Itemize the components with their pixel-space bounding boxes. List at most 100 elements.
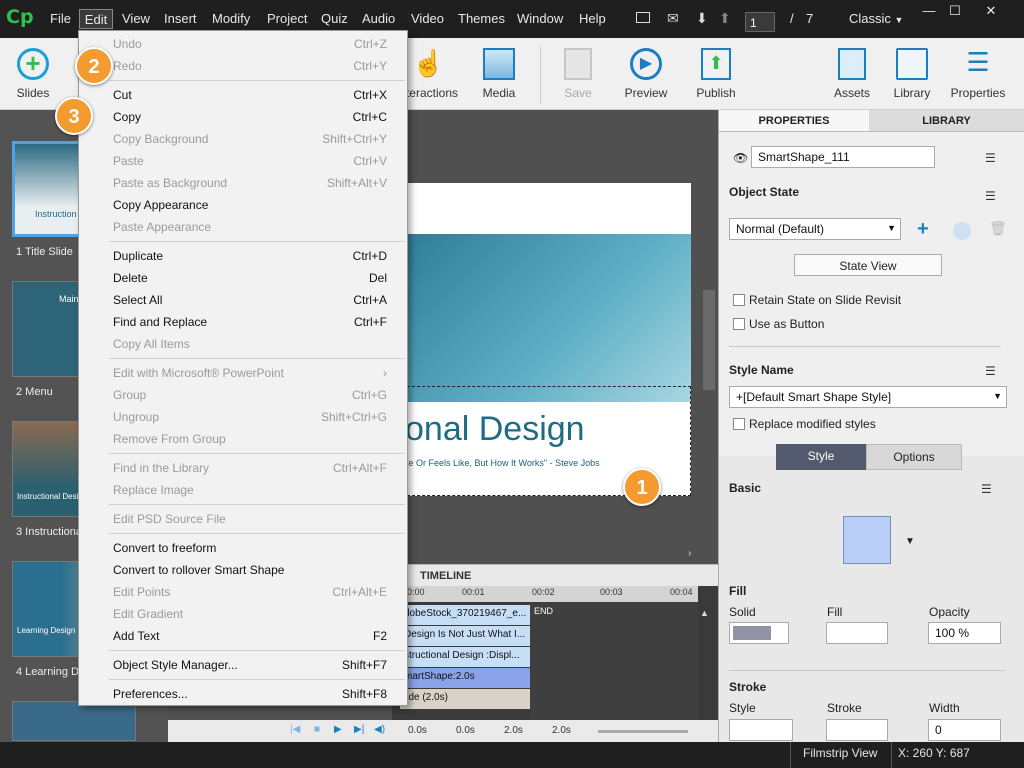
menu-edit[interactable]: Edit — [79, 9, 113, 29]
menu-item-paste-as-background[interactable]: Paste as Background Shift+Alt+V — [79, 172, 407, 194]
menu-item-duplicate[interactable]: Duplicate Ctrl+D — [79, 245, 407, 267]
menu-item-edit-psd-source-file[interactable]: Edit PSD Source File — [79, 508, 407, 530]
menu-video[interactable]: Video — [411, 11, 444, 26]
menu-item-add-text[interactable]: Add Text F2 — [79, 625, 407, 647]
timeline-row[interactable]: martShape:2.0s — [400, 668, 530, 688]
use-as-button-checkbox[interactable] — [733, 318, 745, 330]
tab-properties[interactable]: PROPERTIES — [719, 110, 869, 132]
tab-library[interactable]: LIBRARY — [869, 110, 1024, 132]
close-icon[interactable]: ✕ — [978, 3, 1004, 23]
fill-color-picker[interactable] — [826, 622, 888, 644]
workspace-selector[interactable]: Classic ▼ — [849, 11, 903, 26]
chevron-down-icon[interactable]: ▼ — [905, 536, 915, 547]
menu-item-copy[interactable]: Copy Ctrl+C — [79, 106, 407, 128]
panel-menu-icon[interactable]: ☰ — [985, 189, 996, 203]
panel-menu-icon[interactable]: ☰ — [985, 364, 996, 378]
menu-item-convert-to-freeform[interactable]: Convert to freeform — [79, 537, 407, 559]
publish-button[interactable]: ⬆ Publish — [690, 44, 742, 100]
maximize-icon[interactable]: ☐ — [942, 3, 968, 23]
filmstrip-view-label[interactable]: Filmstrip View — [790, 742, 892, 768]
slide-quote-text[interactable]: ike Or Feels Like, But How It Works" - S… — [402, 458, 600, 468]
opacity-input[interactable]: 100 % — [928, 622, 1001, 644]
menu-item-edit-points[interactable]: Edit Points Ctrl+Alt+E — [79, 581, 407, 603]
menu-quiz[interactable]: Quiz — [321, 11, 348, 26]
comment-icon[interactable] — [636, 12, 650, 23]
menu-audio[interactable]: Audio — [362, 11, 395, 26]
add-state-icon[interactable]: + — [917, 218, 929, 241]
menu-item-select-all[interactable]: Select All Ctrl+A — [79, 289, 407, 311]
menu-item-edit-with-microsoft-powerpoint[interactable]: Edit with Microsoft® PowerPoint › — [79, 362, 407, 384]
panel-menu-icon[interactable]: ☰ — [981, 482, 992, 496]
slides-button[interactable]: + Slides — [8, 44, 58, 100]
style-select[interactable]: +[Default Smart Shape Style] ▼ — [729, 386, 1007, 408]
menu-item-ungroup[interactable]: Ungroup Shift+Ctrl+G — [79, 406, 407, 428]
menu-item-redo[interactable]: Redo Ctrl+Y — [79, 55, 407, 77]
panel-menu-icon[interactable]: ☰ — [985, 151, 996, 165]
library-button[interactable]: Library — [890, 44, 934, 100]
visibility-icon[interactable]: 👁 — [733, 151, 748, 165]
timeline-end-area[interactable]: END — [530, 602, 698, 720]
trash-icon[interactable]: 🗑 — [989, 220, 1007, 237]
timeline-row[interactable]: Design Is Not Just What I... — [400, 626, 530, 646]
play-icon[interactable]: ▶ — [334, 724, 342, 735]
assets-button[interactable]: Assets — [830, 44, 874, 100]
retain-state-checkbox[interactable] — [733, 294, 745, 306]
menu-help[interactable]: Help — [579, 11, 606, 26]
timeline-row[interactable]: dobeStock_370219467_e... — [400, 605, 530, 625]
scroll-up-icon[interactable]: ▲ — [700, 608, 709, 618]
forward-icon[interactable]: ▶| — [354, 724, 364, 735]
arrow-down-icon[interactable]: ⬇ — [696, 10, 708, 27]
menu-item-find-and-replace[interactable]: Find and Replace Ctrl+F — [79, 311, 407, 333]
timeline-ruler[interactable]: 00:00 00:01 00:02 00:03 00:04 — [400, 586, 698, 602]
timeline-row[interactable]: lide (2.0s) — [400, 689, 530, 709]
menu-project[interactable]: Project — [267, 11, 307, 26]
preview-button[interactable]: ▶ Preview — [618, 44, 674, 100]
menu-item-paste[interactable]: Paste Ctrl+V — [79, 150, 407, 172]
mail-icon[interactable]: ✉ — [667, 10, 679, 27]
shape-preview[interactable] — [843, 516, 891, 564]
menu-item-remove-from-group[interactable]: Remove From Group — [79, 428, 407, 450]
menu-item-copy-appearance[interactable]: Copy Appearance — [79, 194, 407, 216]
stop-icon[interactable]: ■ — [314, 724, 320, 735]
menu-item-delete[interactable]: Delete Del — [79, 267, 407, 289]
tab-style[interactable]: Style — [776, 444, 866, 470]
timeline-header[interactable]: TIMELINE — [392, 564, 718, 586]
menu-item-copy-all-items[interactable]: Copy All Items — [79, 333, 407, 355]
rewind-icon[interactable]: |◀ — [290, 724, 300, 735]
banner-image[interactable] — [392, 234, 691, 402]
menu-item-find-in-the-library[interactable]: Find in the Library Ctrl+Alt+F — [79, 457, 407, 479]
state-select[interactable]: Normal (Default) ▼ — [729, 218, 901, 240]
menu-item-edit-gradient[interactable]: Edit Gradient — [79, 603, 407, 625]
menu-file[interactable]: File — [50, 11, 71, 26]
menu-window[interactable]: Window — [517, 11, 563, 26]
fill-type-select[interactable] — [729, 622, 789, 644]
state-view-button[interactable]: State View — [794, 254, 942, 276]
object-name-field[interactable]: SmartShape_111 — [751, 146, 935, 168]
slide-thumbnail[interactable] — [12, 701, 136, 741]
menu-modify[interactable]: Modify — [212, 11, 250, 26]
stroke-color-picker[interactable] — [826, 719, 888, 741]
replace-modified-checkbox[interactable] — [733, 418, 745, 430]
slide-title-text[interactable]: onal Design — [405, 410, 585, 449]
stroke-width-input[interactable]: 0 — [928, 719, 1001, 741]
zoom-slider[interactable] — [598, 730, 688, 733]
minimize-icon[interactable]: — — [916, 3, 942, 23]
menu-item-preferences[interactable]: Preferences... Shift+F8 — [79, 683, 407, 705]
properties-button[interactable]: ☰ Properties — [950, 44, 1006, 100]
menu-insert[interactable]: Insert — [164, 11, 197, 26]
menu-item-undo[interactable]: Undo Ctrl+Z — [79, 33, 407, 55]
menu-view[interactable]: View — [122, 11, 150, 26]
tab-options[interactable]: Options — [866, 444, 962, 470]
scroll-right-icon[interactable]: › — [688, 548, 691, 559]
stage-scrollbar[interactable] — [703, 290, 715, 390]
media-button[interactable]: Media — [472, 44, 526, 100]
menu-item-paste-appearance[interactable]: Paste Appearance — [79, 216, 407, 238]
timeline-row[interactable]: structional Design :Displ... — [400, 647, 530, 667]
save-button[interactable]: Save — [556, 44, 600, 100]
stroke-style-select[interactable] — [729, 719, 793, 741]
menu-item-group[interactable]: Group Ctrl+G — [79, 384, 407, 406]
menu-item-object-style-manager[interactable]: Object Style Manager... Shift+F7 — [79, 654, 407, 676]
audio-icon[interactable]: ◀) — [374, 724, 385, 735]
arrow-up-icon[interactable]: ⬆ — [719, 10, 731, 27]
menu-themes[interactable]: Themes — [458, 11, 505, 26]
